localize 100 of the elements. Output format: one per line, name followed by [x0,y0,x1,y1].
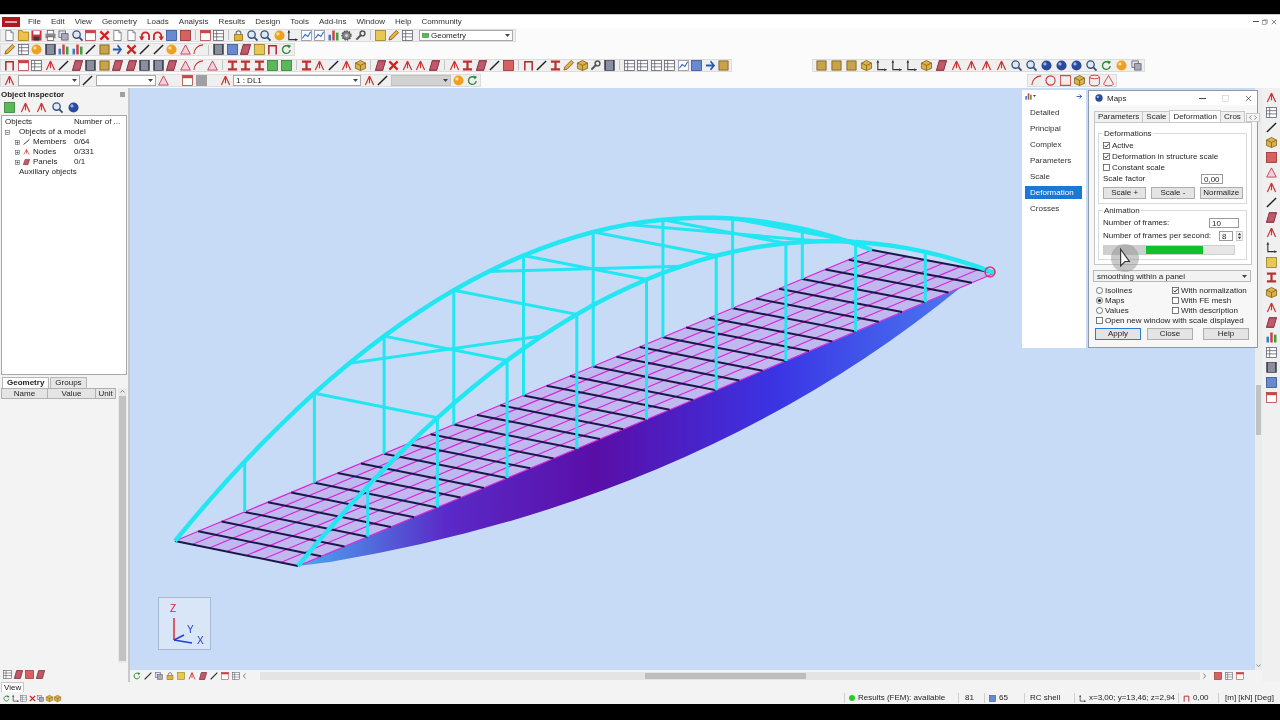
tile-icon[interactable] [166,29,177,41]
table-icon[interactable] [401,29,413,41]
radio-button[interactable] [1096,306,1103,314]
checkbox-label[interactable]: Open new window with scale displayed [1105,315,1244,325]
cube-icon[interactable] [1074,75,1085,86]
radio-label[interactable]: Values [1105,305,1129,315]
triangle-icon[interactable] [1265,167,1277,178]
arrow-icon[interactable] [112,44,123,55]
tripod-icon[interactable] [1265,227,1277,238]
rotate-icon[interactable] [133,672,141,680]
line-icon[interactable] [1265,122,1277,133]
i-beam-icon[interactable] [253,59,265,71]
caret-icon[interactable] [1033,95,1036,97]
column-icon[interactable] [85,59,96,71]
tile-icon[interactable] [1265,257,1277,268]
tripod-icon[interactable] [36,102,47,113]
checkbox[interactable] [1103,153,1110,160]
triangle-icon[interactable] [158,75,169,86]
table-icon[interactable] [3,670,12,679]
i-beam-icon[interactable] [462,59,473,71]
parallelogram-icon[interactable] [374,59,386,71]
table-icon[interactable] [1265,107,1277,118]
arc-icon[interactable] [193,59,204,71]
column-icon[interactable] [152,59,164,71]
checkbox[interactable] [1103,142,1110,149]
tile-icon[interactable] [226,44,238,55]
menu-item[interactable]: Tools [285,16,314,27]
padlock-icon[interactable] [233,29,244,41]
page-icon[interactable] [112,29,123,41]
checkbox-label[interactable]: With FE mesh [1181,295,1232,305]
checkbox-label[interactable]: Active [1112,141,1134,150]
table-icon[interactable] [20,694,27,702]
tripod-icon[interactable] [996,59,1007,71]
line-icon[interactable] [85,44,96,55]
table-icon[interactable] [1225,672,1233,680]
square-icon[interactable] [846,59,857,71]
chevron-down-icon[interactable] [1256,664,1261,667]
apply-button[interactable]: Apply [1095,328,1141,340]
tile-icon[interactable] [422,32,429,38]
tripod-icon[interactable] [951,59,962,71]
caret-icon[interactable] [505,33,510,37]
expand-icon[interactable] [15,149,20,155]
axes-icon[interactable] [891,59,902,71]
pencil-icon[interactable] [388,29,399,41]
line-icon[interactable] [1265,197,1277,208]
printer-icon[interactable] [44,29,56,41]
cross-icon[interactable] [388,59,399,71]
tripod-icon[interactable] [448,59,460,71]
expand-icon[interactable] [15,139,20,145]
parallelogram-icon[interactable] [166,59,177,71]
dialog-tab[interactable]: Deformation [1169,110,1221,122]
triangle-icon[interactable] [179,59,191,71]
checkbox[interactable] [1172,306,1179,314]
frames-per-second-field[interactable]: 8 [1219,230,1233,241]
view-selector[interactable]: Geometry [419,29,513,41]
menu-item[interactable]: Loads [142,16,174,27]
triangle-icon[interactable] [179,44,191,55]
i-beam-icon[interactable] [1265,272,1277,283]
cone-icon[interactable] [1103,75,1114,86]
scale-minus-button[interactable]: Scale - [1151,187,1195,199]
table-icon[interactable] [1265,347,1277,358]
view-list-item[interactable]: Scale [1025,170,1082,183]
menu-item[interactable]: Analysis [173,16,214,27]
pencil-icon[interactable] [563,59,574,71]
dropdown-field[interactable] [95,75,156,86]
tile-icon[interactable] [179,29,191,41]
collapse-icon[interactable] [5,129,10,135]
bar-chart-icon[interactable] [58,44,69,55]
tripod-icon[interactable] [981,59,992,71]
scrollbar-thumb[interactable] [1256,385,1261,435]
rectangle-icon[interactable] [1059,75,1071,86]
restore-icon[interactable] [1262,18,1268,25]
square-icon[interactable] [831,59,842,71]
checkbox-label[interactable]: With description [1181,305,1238,315]
dropdown-field[interactable] [17,75,80,86]
radio-label[interactable]: Isolines [1105,285,1133,295]
arrow-icon[interactable] [704,59,716,71]
cube-icon[interactable] [354,59,366,71]
magnifier-icon[interactable] [71,29,83,41]
redo-icon[interactable] [152,29,164,41]
magnifier-icon[interactable] [1086,59,1097,71]
i-beam-icon[interactable] [300,59,312,71]
cube-icon[interactable] [921,59,932,71]
bar-chart-icon[interactable] [1025,92,1032,100]
menu-item[interactable]: File [23,16,46,27]
i-beam-icon[interactable] [549,59,561,71]
tripod-icon[interactable] [188,672,196,680]
tripod-icon[interactable] [415,59,426,71]
tile-icon[interactable] [1214,672,1222,680]
layers-icon[interactable] [58,29,69,41]
vertical-scrollbar[interactable] [1255,88,1262,670]
undo-icon[interactable] [139,29,150,41]
parallelogram-icon[interactable] [125,59,137,71]
tripod-icon[interactable] [44,59,56,71]
pencil-icon[interactable] [4,44,15,55]
tile-icon[interactable] [253,44,265,55]
window-icon[interactable] [182,75,193,86]
table-icon[interactable] [31,59,42,71]
view-list-item[interactable]: Detailed [1025,106,1082,119]
tree-item[interactable]: Nodes [33,147,57,157]
